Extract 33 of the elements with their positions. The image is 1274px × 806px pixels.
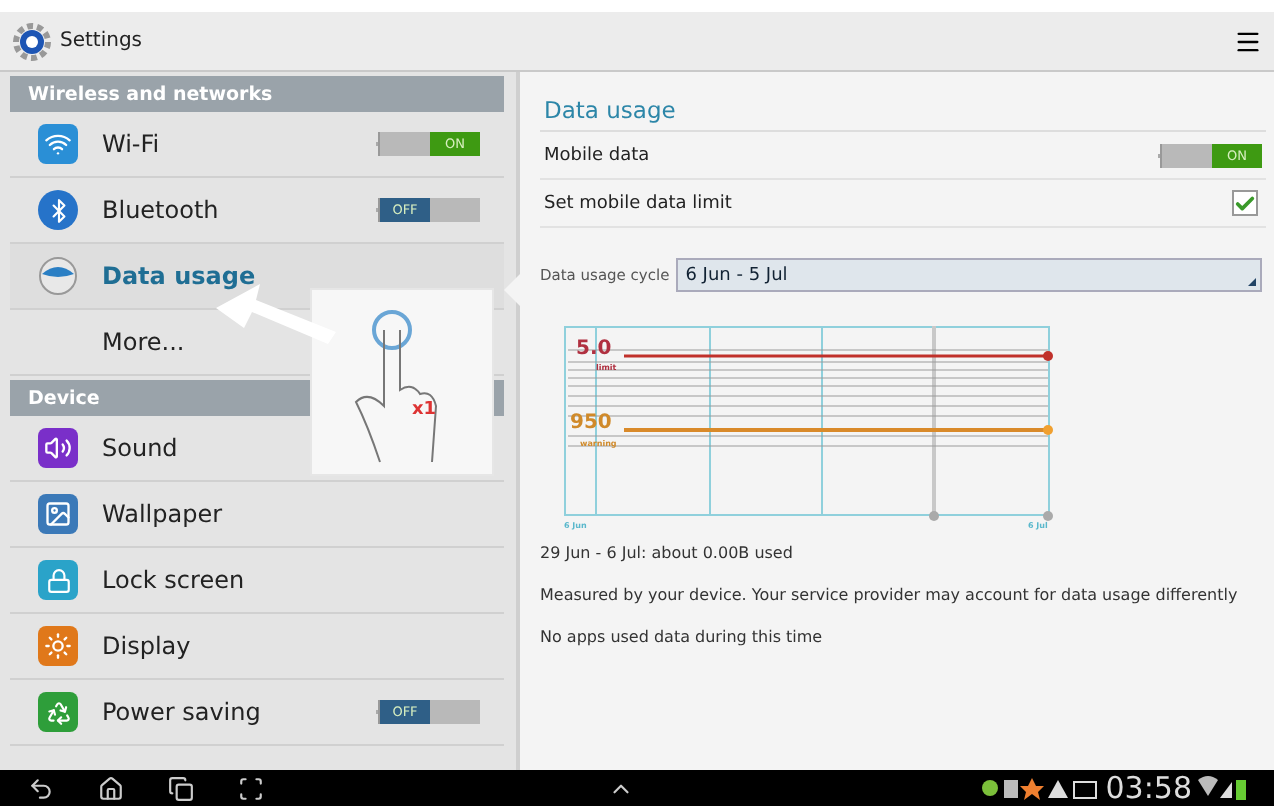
wifi-icon [38,124,78,164]
warning-value: 950 [570,414,612,434]
back-button[interactable] [28,775,54,801]
tap-count: x1 [412,400,437,420]
info-text: 29 Jun - 6 Jul: about 0.00B used [540,544,795,566]
checkbox[interactable] [1232,190,1258,216]
sun-icon [38,626,78,666]
info-text: No apps used data during this time [540,628,825,650]
speaker-icon [38,428,78,468]
settings-item[interactable]: Display [10,614,504,680]
home-button[interactable] [98,775,124,801]
window-title: Settings [60,30,145,52]
lock-icon [38,560,78,600]
limit-value: 5.0 [576,340,612,360]
setting-label: Mobile data [544,145,650,165]
setting-label: Set mobile data limit [544,193,732,213]
screenshot-button[interactable] [238,775,264,801]
menu-icon[interactable] [1234,27,1262,55]
data-usage-icon [38,256,78,296]
info-text: Measured by your device. Your service provider may account for data usage differently [540,586,1240,608]
bluetooth-icon [38,190,78,230]
signal-battery-icon [1198,776,1246,800]
picture-icon [38,494,78,534]
recycle-icon [38,692,78,732]
clock: 03:58 [1105,770,1192,806]
cycle-dropdown[interactable]: 6 Jun - 5 Jul [675,258,1262,292]
settings-item[interactable]: Lock screen [10,548,504,614]
recent-apps-button[interactable] [168,775,194,801]
notification-icons-drawing [979,776,1100,800]
section-title: Data usage [540,84,1266,132]
settings-icon [12,21,52,61]
settings-item[interactable]: Wallpaper [10,482,504,548]
section-header: Wireless and networks [10,76,504,112]
